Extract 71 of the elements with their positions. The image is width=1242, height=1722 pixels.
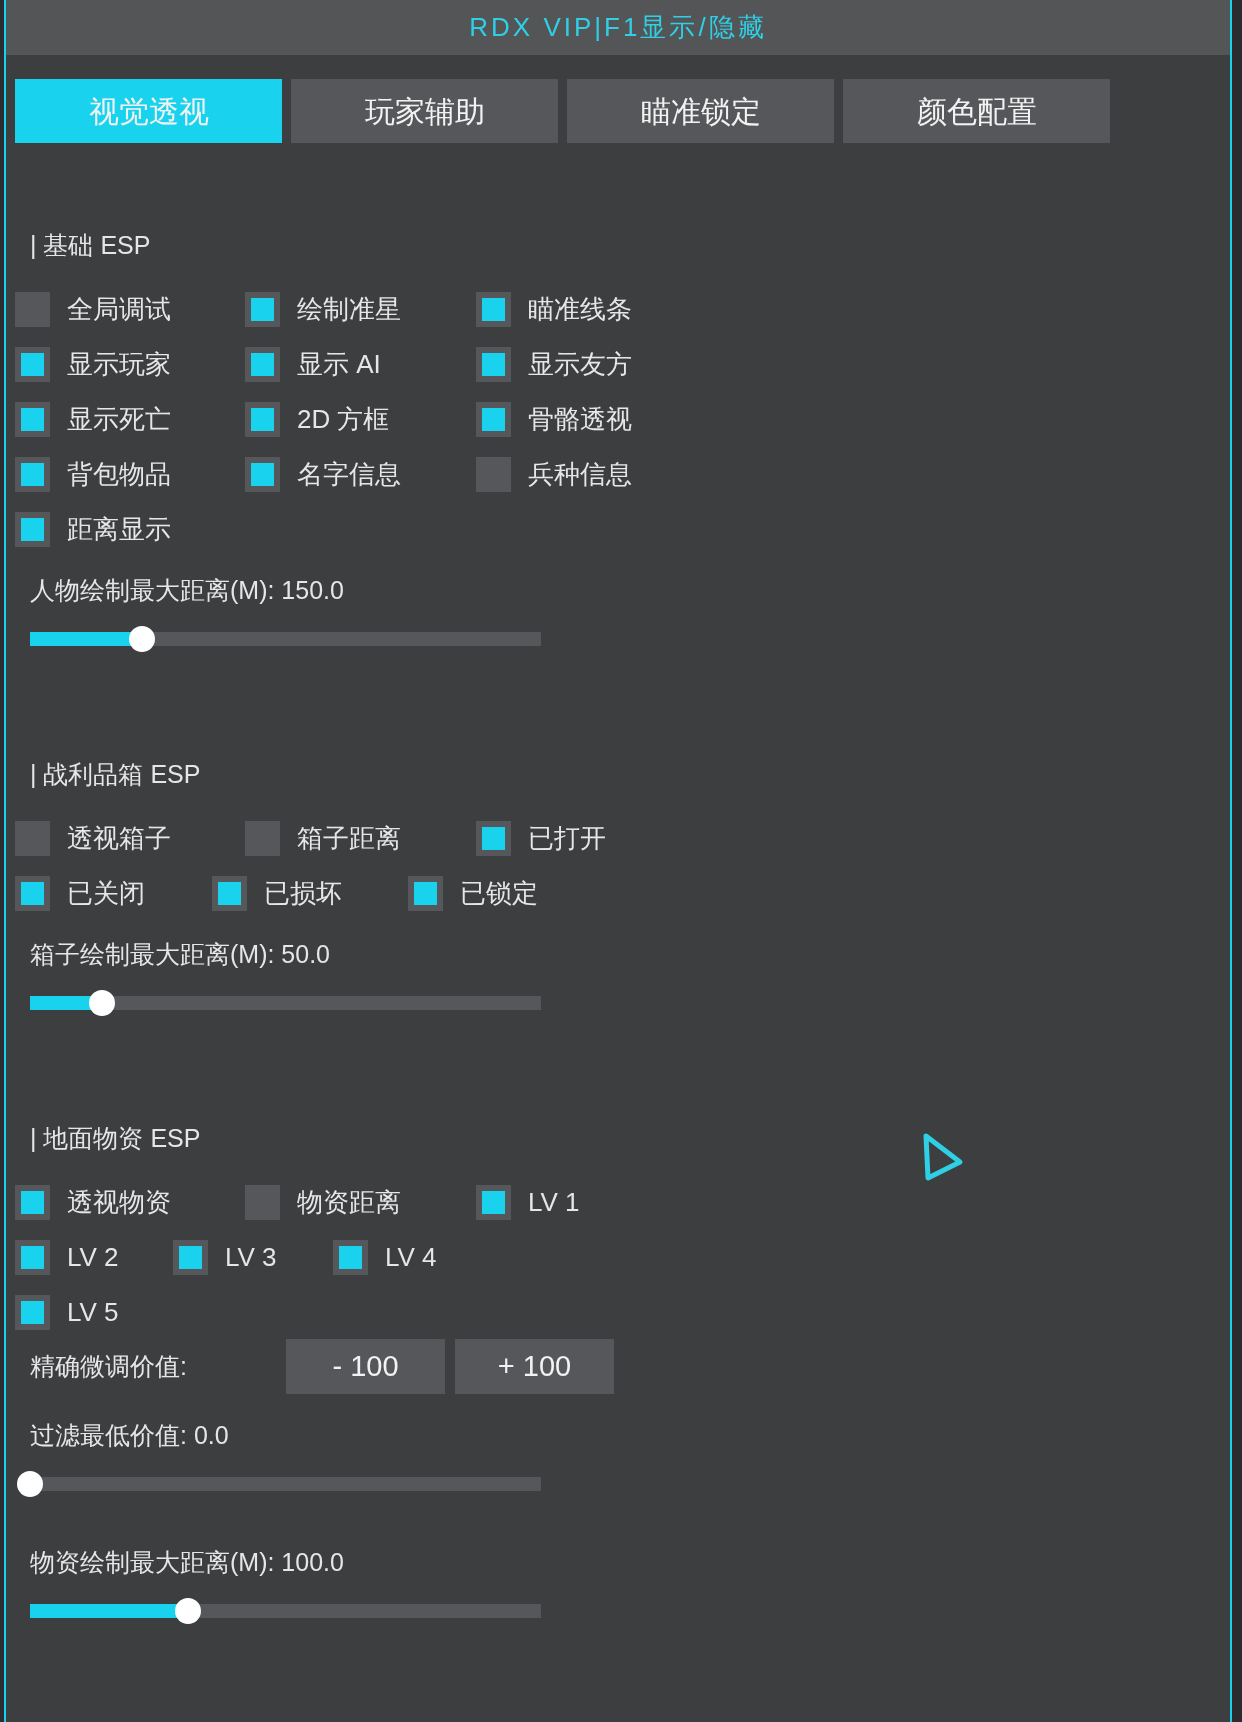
checkbox[interactable] bbox=[476, 402, 511, 437]
slider-thumb[interactable] bbox=[88, 990, 115, 1016]
checkbox[interactable] bbox=[476, 292, 511, 327]
checkbox[interactable] bbox=[245, 457, 280, 492]
checkbox[interactable] bbox=[408, 876, 443, 911]
slider-thumb[interactable] bbox=[17, 1471, 43, 1497]
checkbox-label: 骨骼透视 bbox=[528, 403, 632, 436]
tab[interactable]: 玩家辅助 bbox=[291, 79, 558, 143]
cursor-icon bbox=[922, 1132, 964, 1184]
checkbox-label: 箱子距离 bbox=[297, 822, 401, 855]
tab[interactable]: 瞄准锁定 bbox=[567, 79, 834, 143]
checkbox-label: 兵种信息 bbox=[528, 458, 632, 491]
checkbox[interactable] bbox=[245, 292, 280, 327]
checkbox[interactable] bbox=[15, 347, 50, 382]
checkbox-label: 显示 AI bbox=[297, 348, 381, 381]
checkbox[interactable] bbox=[15, 1240, 50, 1275]
checkbox-label: 2D 方框 bbox=[297, 403, 390, 436]
checkbox[interactable] bbox=[15, 821, 50, 856]
checkbox[interactable] bbox=[245, 402, 280, 437]
tab[interactable]: 颜色配置 bbox=[843, 79, 1110, 143]
checkbox-label: 已锁定 bbox=[460, 877, 538, 910]
checkbox[interactable] bbox=[15, 402, 50, 437]
checkbox-label: 名字信息 bbox=[297, 458, 401, 491]
checkbox[interactable] bbox=[173, 1240, 208, 1275]
checkbox-label: 已打开 bbox=[528, 822, 606, 855]
checkbox-label: LV 5 bbox=[67, 1296, 119, 1329]
checkbox-label: 透视物资 bbox=[67, 1186, 171, 1219]
checkbox-label: LV 1 bbox=[528, 1186, 580, 1219]
checkbox-label: 透视箱子 bbox=[67, 822, 171, 855]
step-button[interactable]: + 100 bbox=[455, 1339, 614, 1394]
section-header: | 地面物资 ESP bbox=[29, 1123, 202, 1153]
checkbox-label: 显示友方 bbox=[528, 348, 632, 381]
checkbox[interactable] bbox=[245, 821, 280, 856]
checkbox[interactable] bbox=[476, 347, 511, 382]
checkbox[interactable] bbox=[245, 347, 280, 382]
checkbox-label: 绘制准星 bbox=[297, 293, 401, 326]
slider-label: 物资绘制最大距离(M): 100.0 bbox=[29, 1547, 345, 1577]
window-title: RDX VIP|F1显示/隐藏 bbox=[469, 11, 767, 44]
checkbox-label: LV 3 bbox=[225, 1241, 277, 1274]
checkbox-label: 背包物品 bbox=[67, 458, 171, 491]
slider-label: 过滤最低价值: 0.0 bbox=[29, 1420, 230, 1450]
step-button[interactable]: - 100 bbox=[286, 1339, 445, 1394]
checkbox-label: 已损坏 bbox=[264, 877, 342, 910]
checkbox[interactable] bbox=[245, 1185, 280, 1220]
section-header: | 基础 ESP bbox=[29, 230, 152, 260]
checkbox[interactable] bbox=[476, 457, 511, 492]
checkbox-label: 距离显示 bbox=[67, 513, 171, 546]
slider-thumb[interactable] bbox=[129, 626, 156, 652]
checkbox-label: LV 4 bbox=[385, 1241, 437, 1274]
slider-label: 人物绘制最大距离(M): 150.0 bbox=[29, 575, 345, 605]
checkbox[interactable] bbox=[15, 292, 50, 327]
field-label: 精确微调价值: bbox=[29, 1350, 188, 1382]
checkbox[interactable] bbox=[15, 1295, 50, 1330]
checkbox-label: 全局调试 bbox=[67, 293, 171, 326]
section-header: | 战利品箱 ESP bbox=[29, 759, 202, 789]
checkbox[interactable] bbox=[15, 512, 50, 547]
checkbox[interactable] bbox=[333, 1240, 368, 1275]
checkbox-label: 瞄准线条 bbox=[528, 293, 632, 326]
checkbox[interactable] bbox=[212, 876, 247, 911]
slider-label: 箱子绘制最大距离(M): 50.0 bbox=[29, 939, 332, 969]
checkbox-label: 已关闭 bbox=[67, 877, 145, 910]
checkbox[interactable] bbox=[15, 457, 50, 492]
checkbox-label: 显示死亡 bbox=[67, 403, 171, 436]
checkbox-label: 显示玩家 bbox=[67, 348, 171, 381]
checkbox[interactable] bbox=[476, 1185, 511, 1220]
checkbox-label: 物资距离 bbox=[297, 1186, 401, 1219]
checkbox[interactable] bbox=[15, 1185, 50, 1220]
slider-thumb[interactable] bbox=[175, 1598, 202, 1624]
checkbox[interactable] bbox=[15, 876, 50, 911]
checkbox[interactable] bbox=[476, 821, 511, 856]
checkbox-label: LV 2 bbox=[67, 1241, 119, 1274]
